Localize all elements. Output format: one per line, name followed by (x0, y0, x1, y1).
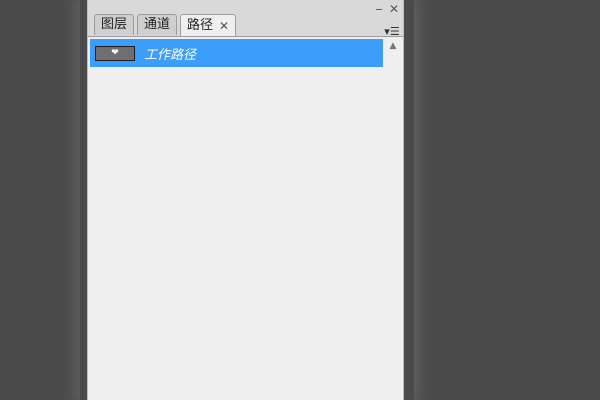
tab-label: 路径 (187, 17, 214, 33)
panel-window-controls: ‒ ✕ (375, 2, 399, 16)
tab-channels[interactable]: 通道 (137, 14, 178, 35)
desktop-background: ‒ ✕ 图层 通道 路径 ✕ ▾☰ ❤ 工作路径 ▲ (0, 0, 600, 400)
tab-label: 图层 (101, 17, 128, 32)
tab-layers[interactable]: 图层 (94, 14, 135, 35)
scroll-up-arrow-icon[interactable]: ▲ (385, 39, 401, 53)
close-icon[interactable]: ✕ (389, 3, 399, 15)
tab-close-icon[interactable]: ✕ (219, 16, 229, 36)
paths-list-area: ❤ 工作路径 ▲ (88, 36, 403, 400)
tab-paths[interactable]: 路径 ✕ (180, 14, 237, 36)
tab-label: 通道 (144, 17, 171, 32)
path-thumbnail: ❤ (95, 45, 135, 61)
heart-shape-icon: ❤ (111, 47, 119, 58)
paths-list: ❤ 工作路径 (90, 39, 383, 400)
vertical-scrollbar[interactable]: ▲ (385, 39, 401, 400)
path-item-label: 工作路径 (144, 47, 197, 63)
panel-tabs: 图层 通道 路径 ✕ (94, 14, 237, 36)
paths-panel: ‒ ✕ 图层 通道 路径 ✕ ▾☰ ❤ 工作路径 ▲ (87, 0, 404, 400)
path-item-work-path[interactable]: ❤ 工作路径 (90, 39, 383, 67)
minimize-icon[interactable]: ‒ (375, 3, 383, 15)
